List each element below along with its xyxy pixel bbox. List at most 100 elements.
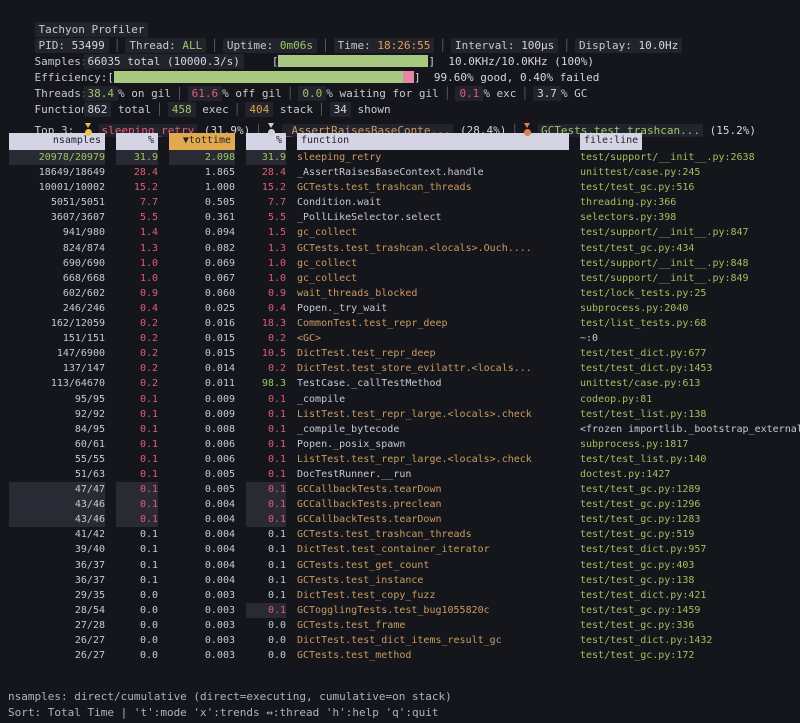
- table-row[interactable]: 29/350.00.0030.1DictTest.test_copy_fuzzt…: [0, 588, 800, 603]
- efficiency-good-fill: [114, 71, 403, 83]
- gc-suffix: % GC: [561, 87, 588, 100]
- table-row[interactable]: 51/630.10.0050.1DocTestRunner.__rundocte…: [0, 467, 800, 482]
- cell-file-line: doctest.py:1427: [580, 467, 800, 482]
- table-row[interactable]: 5051/50517.70.5057.7Condition.waitthread…: [0, 195, 800, 210]
- cell-function: GCCallbackTests.tearDown: [297, 512, 569, 527]
- waiting-gil-value: 0.0: [298, 86, 326, 101]
- cell-tottime: 0.005: [169, 467, 235, 482]
- cell-function: DocTestRunner.__run: [297, 467, 569, 482]
- table-row[interactable]: 41/420.10.0040.1GCTests.test_trashcan_th…: [0, 527, 800, 542]
- cell-nsamples: 113/64670: [9, 376, 105, 391]
- table-row[interactable]: 147/69000.20.01510.5DictTest.test_repr_d…: [0, 346, 800, 361]
- cell-file-line: unittest/case.py:613: [580, 376, 800, 391]
- cell-direct-pct: 0.1: [116, 542, 158, 557]
- time-value: 18:26:55: [377, 39, 430, 52]
- column-header-tottime-sorted[interactable]: ▼tottime: [169, 133, 235, 150]
- table-row[interactable]: 941/9801.40.0941.5gc_collecttest/support…: [0, 225, 800, 240]
- cell-direct-pct: 0.1: [116, 407, 158, 422]
- cell-direct-pct: 1.4: [116, 225, 158, 240]
- cell-function: gc_collect: [297, 225, 569, 240]
- cell-nsamples: 3607/3607: [9, 210, 105, 225]
- cell-file-line: test/test_gc.py:336: [580, 618, 800, 633]
- table-row[interactable]: 137/1470.20.0140.2DictTest.test_store_ev…: [0, 361, 800, 376]
- table-row[interactable]: 60/610.10.0060.1Popen._posix_spawnsubpro…: [0, 437, 800, 452]
- table-row[interactable]: 162/120590.20.01618.3CommonTest.test_rep…: [0, 316, 800, 331]
- samples-bar-fill: [278, 55, 428, 67]
- functions-shown-value: 34: [330, 102, 351, 117]
- table-row[interactable]: 18649/1864928.41.86528.4_AssertRaisesBas…: [0, 165, 800, 180]
- table-row[interactable]: 92/920.10.0090.1ListTest.test_repr_large…: [0, 407, 800, 422]
- samples-bar-track: [278, 55, 428, 67]
- table-row[interactable]: 824/8741.30.0821.3GCTests.test_trashcan.…: [0, 241, 800, 256]
- thread-value: ALL: [182, 39, 202, 52]
- cell-nsamples: 151/151: [9, 331, 105, 346]
- cell-direct-pct: 0.1: [116, 422, 158, 437]
- table-row[interactable]: 47/470.10.0050.1GCCallbackTests.tearDown…: [0, 482, 800, 497]
- column-header-direct-pct[interactable]: %: [116, 133, 158, 150]
- cell-tottime: 0.004: [169, 512, 235, 527]
- cell-nsamples: 147/6900: [9, 346, 105, 361]
- table-row[interactable]: 10001/1000215.21.00015.2GCTests.test_tra…: [0, 180, 800, 195]
- table-row[interactable]: 602/6020.90.0600.9wait_threads_blockedte…: [0, 286, 800, 301]
- table-row[interactable]: 84/950.10.0080.1_compile_bytecode<frozen…: [0, 422, 800, 437]
- silver-medal-icon: [267, 123, 276, 136]
- table-row[interactable]: 690/6901.00.0691.0gc_collecttest/support…: [0, 256, 800, 271]
- cell-nsamples: 92/92: [9, 407, 105, 422]
- table-row[interactable]: 151/1510.20.0150.2<GC>~:0: [0, 331, 800, 346]
- cell-direct-pct: 1.3: [116, 241, 158, 256]
- table-row[interactable]: 43/460.10.0040.1GCCallbackTests.tearDown…: [0, 512, 800, 527]
- footer: nsamples: direct/cumulative (direct=exec…: [0, 689, 800, 721]
- table-row[interactable]: 668/6681.00.0671.0gc_collecttest/support…: [0, 271, 800, 286]
- cell-nsamples: 55/55: [9, 452, 105, 467]
- cell-tottime: 0.004: [169, 573, 235, 588]
- functions-label: Functions:: [35, 102, 84, 118]
- cell-tottime: 0.009: [169, 392, 235, 407]
- samples-total: 66035 total (10000.3/s): [84, 54, 244, 69]
- cell-tottime: 0.025: [169, 301, 235, 316]
- cell-tottime: 0.009: [169, 407, 235, 422]
- table-row[interactable]: 3607/36075.50.3615.5_PollLikeSelector.se…: [0, 210, 800, 225]
- functions-stack-suffix: stack: [280, 103, 313, 116]
- cell-file-line: test/test_gc.py:138: [580, 573, 800, 588]
- thread-field[interactable]: Thread: ALL: [125, 38, 206, 53]
- cell-nsamples: 27/28: [9, 618, 105, 633]
- pid-value: 53499: [72, 39, 105, 52]
- cell-tottime: 0.505: [169, 195, 235, 210]
- interval-field: Interval: 100µs: [451, 38, 558, 53]
- cell-tottime: 0.082: [169, 241, 235, 256]
- table-row[interactable]: 246/2460.40.0250.4Popen._try_waitsubproc…: [0, 301, 800, 316]
- table-row[interactable]: 28/540.00.0030.1GCTogglingTests.test_bug…: [0, 603, 800, 618]
- cell-total-pct: 0.1: [246, 407, 286, 422]
- cell-file-line: test/lock_tests.py:25: [580, 286, 800, 301]
- table-row[interactable]: 26/270.00.0030.0GCTests.test_methodtest/…: [0, 648, 800, 663]
- cell-tottime: 0.003: [169, 648, 235, 663]
- cell-direct-pct: 0.2: [116, 346, 158, 361]
- table-row[interactable]: 36/370.10.0040.1GCTests.test_instancetes…: [0, 573, 800, 588]
- table-row[interactable]: 55/550.10.0060.1ListTest.test_repr_large…: [0, 452, 800, 467]
- table-row[interactable]: 43/460.10.0040.1GCCallbackTests.preclean…: [0, 497, 800, 512]
- table-row[interactable]: 95/950.10.0090.1_compilecodeop.py:81: [0, 392, 800, 407]
- uptime-field: Uptime: 0m06s: [223, 38, 317, 53]
- cell-file-line: test/support/__init__.py:2638: [580, 150, 800, 165]
- table-row[interactable]: 36/370.10.0040.1GCTests.test_get_countte…: [0, 558, 800, 573]
- table-row[interactable]: 39/400.10.0040.1DictTest.test_container_…: [0, 542, 800, 557]
- column-header-file-line[interactable]: file:line: [580, 133, 642, 150]
- separator: │: [114, 39, 121, 52]
- cell-function: DictTest.test_store_evilattr.<locals...: [297, 361, 569, 376]
- table-row[interactable]: 20978/2097931.92.09831.9sleeping_retryte…: [0, 150, 800, 165]
- cell-nsamples: 20978/20979: [9, 150, 105, 165]
- efficiency-bar: []: [107, 70, 420, 86]
- table-row[interactable]: 113/646700.20.01198.3TestCase._callTestM…: [0, 376, 800, 391]
- cell-function: DictTest.test_copy_fuzz: [297, 588, 569, 603]
- cell-tottime: 0.011: [169, 376, 235, 391]
- separator: │: [234, 103, 241, 116]
- cell-direct-pct: 0.1: [116, 512, 158, 527]
- cell-nsamples: 39/40: [9, 542, 105, 557]
- table-row[interactable]: 26/270.00.0030.0DictTest.test_dict_items…: [0, 633, 800, 648]
- cell-tottime: 0.003: [169, 633, 235, 648]
- cell-direct-pct: 0.4: [116, 301, 158, 316]
- cell-total-pct: 28.4: [246, 165, 286, 180]
- cell-file-line: test/test_gc.py:403: [580, 558, 800, 573]
- cell-nsamples: 47/47: [9, 482, 105, 497]
- table-row[interactable]: 27/280.00.0030.0GCTests.test_frametest/t…: [0, 618, 800, 633]
